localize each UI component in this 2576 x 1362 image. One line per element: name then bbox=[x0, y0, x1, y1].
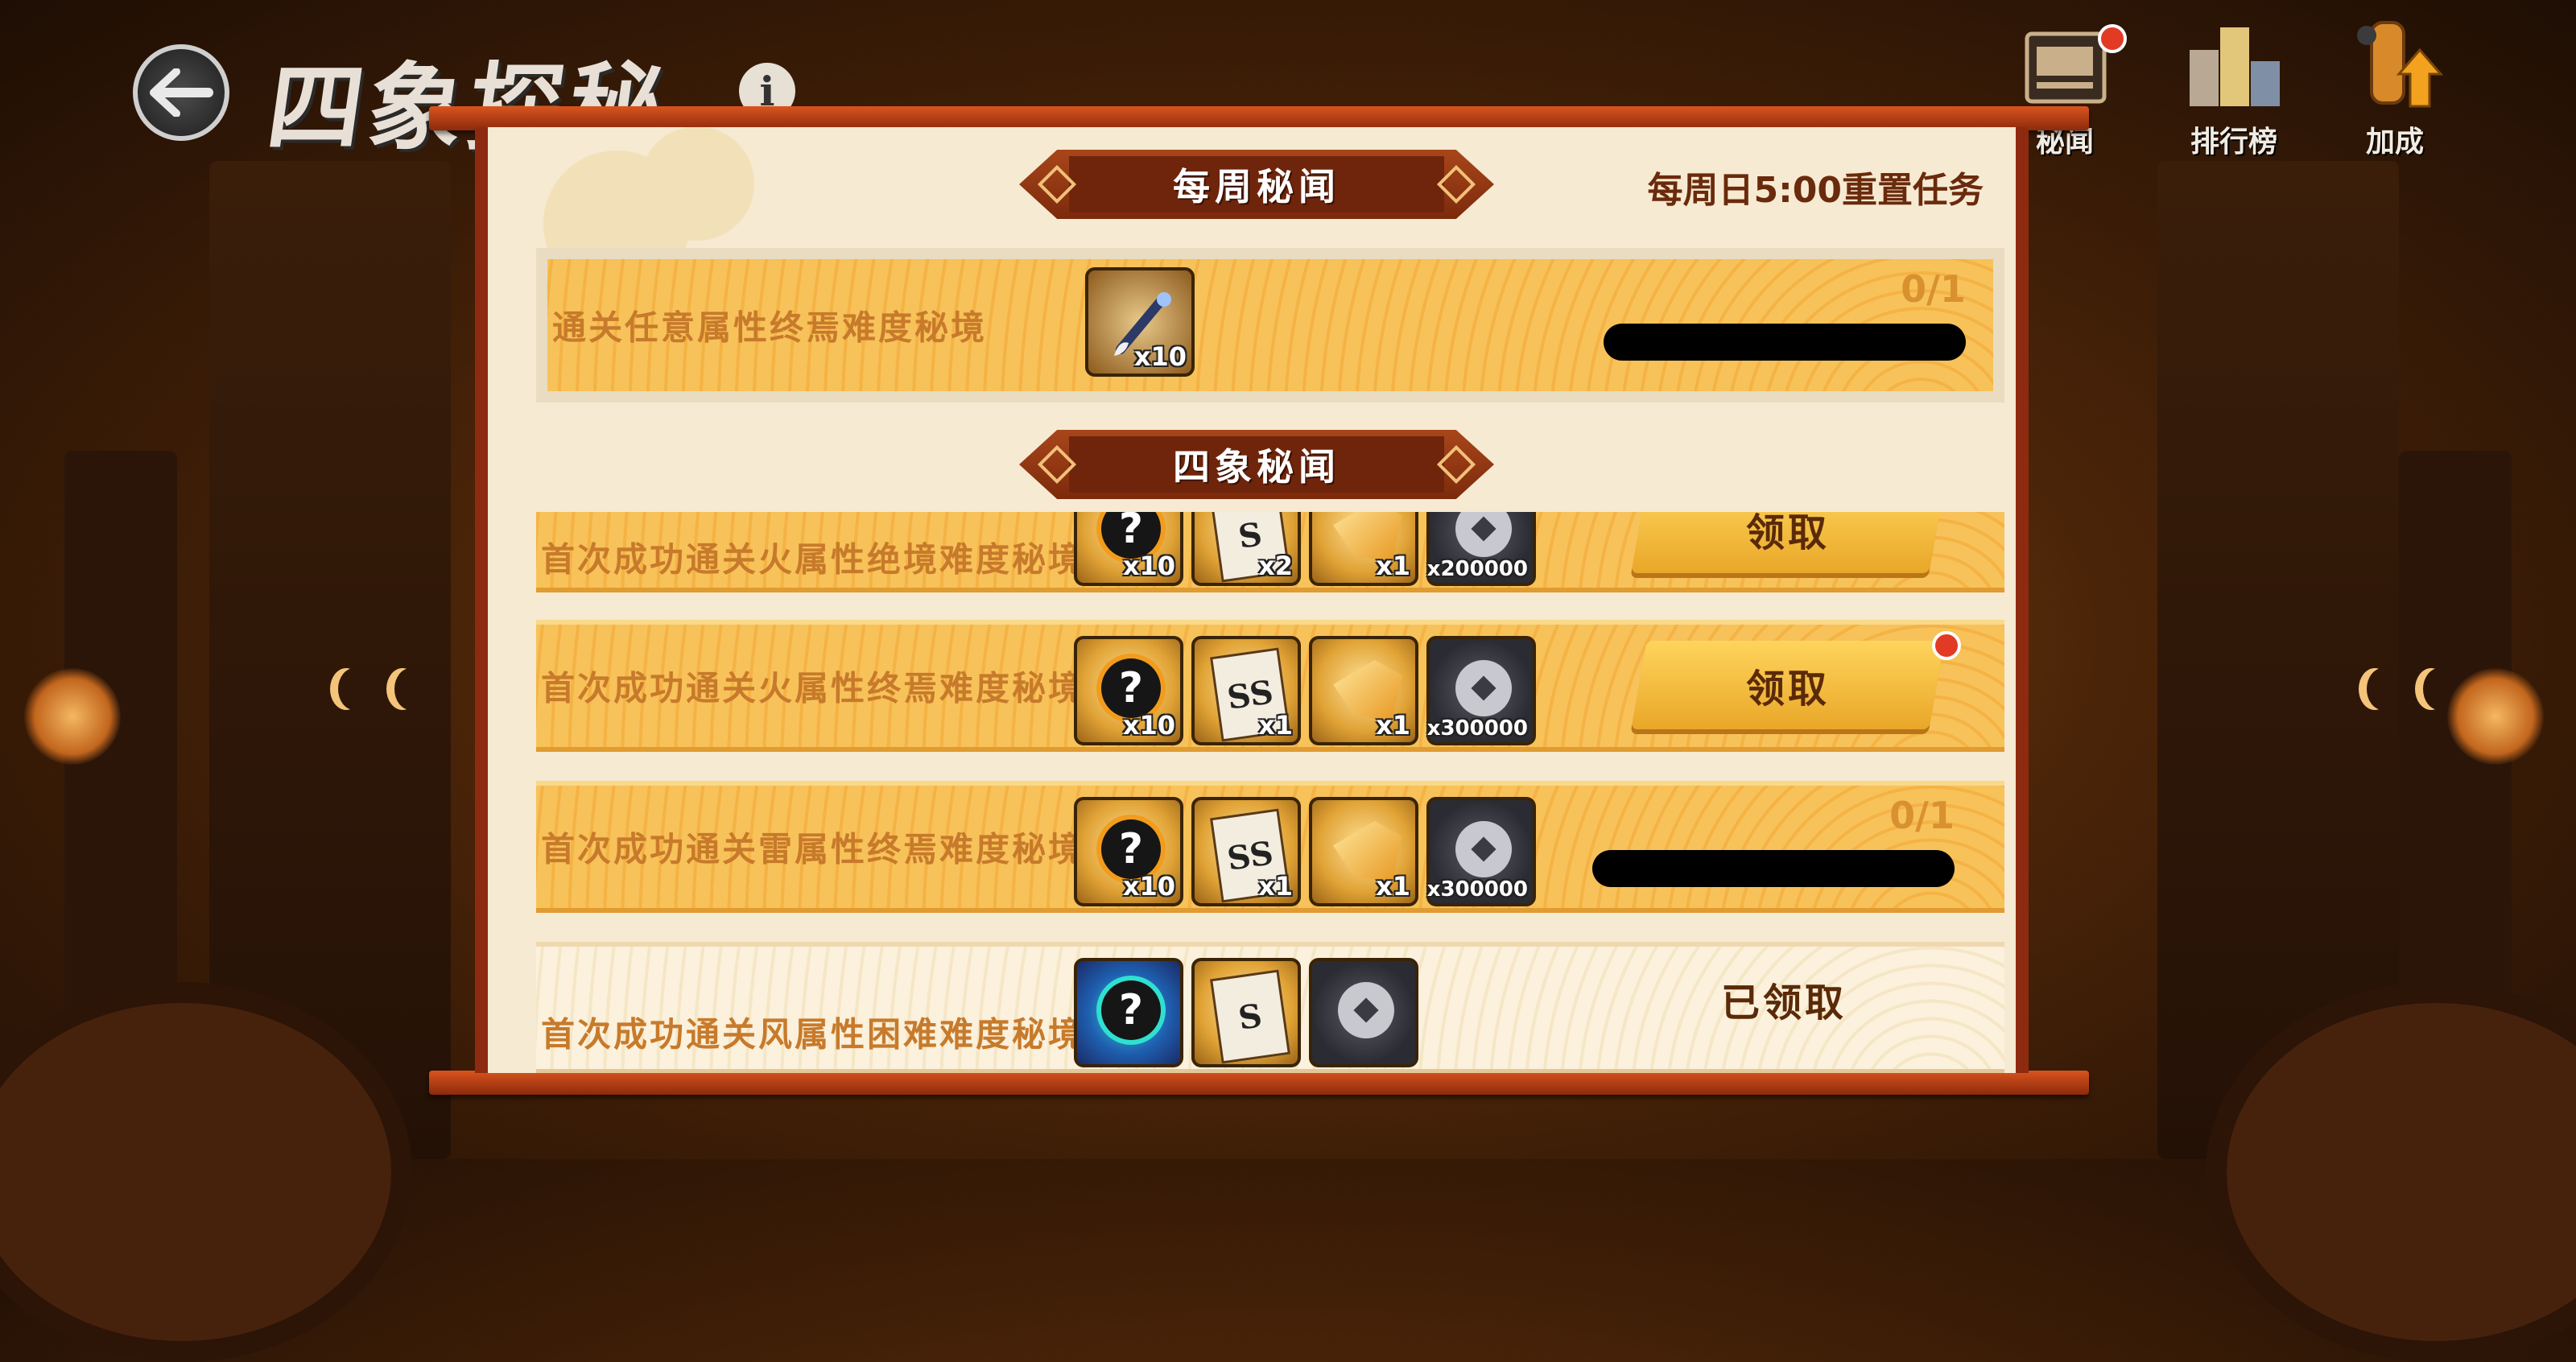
reward-item[interactable]: S x2 bbox=[1191, 512, 1301, 586]
left-lantern bbox=[24, 668, 121, 765]
crescent-icon bbox=[2423, 668, 2455, 710]
progress-bar bbox=[1592, 850, 1955, 887]
reward-qty: x300000 bbox=[1426, 877, 1528, 902]
crescent-icon bbox=[394, 668, 427, 710]
notification-badge bbox=[1932, 631, 1961, 660]
reward-item[interactable]: SS x1 bbox=[1191, 636, 1301, 745]
reward-qty: x1 bbox=[1376, 551, 1410, 581]
reward-qty: x1 bbox=[1376, 871, 1410, 902]
progress-text: 0/1 bbox=[1889, 794, 1955, 837]
mystery-orb-icon: ? bbox=[1101, 658, 1161, 718]
task-label: 首次成功通关风属性困难难度秘境 bbox=[541, 1014, 1085, 1055]
notification-badge bbox=[2098, 24, 2127, 53]
task-row: 首次成功通关雷属性终焉难度秘境 ? x10 SS x1 x1 x300000 0… bbox=[536, 781, 2004, 913]
task-label: 首次成功通关雷属性终焉难度秘境 bbox=[541, 829, 1085, 869]
ranking-label: 排行榜 bbox=[2190, 126, 2277, 159]
reward-item[interactable]: ? x10 bbox=[1074, 512, 1183, 586]
arrow-left-icon bbox=[150, 68, 213, 117]
ranking-button[interactable]: 排行榜 bbox=[2165, 18, 2302, 163]
scroll-bottom-rod bbox=[429, 1071, 2089, 1095]
reward-qty: x200000 bbox=[1426, 557, 1528, 581]
task-row: 首次成功通关火属性绝境难度秘境 ? x10 S x2 x1 x200000 领取 bbox=[536, 512, 2004, 592]
reward-item[interactable]: ? bbox=[1074, 958, 1183, 1067]
bonus-scroll-icon bbox=[2357, 21, 2444, 108]
leaderboard-icon bbox=[2190, 27, 2280, 106]
back-button[interactable] bbox=[133, 44, 229, 141]
reward-item[interactable]: x10 bbox=[1085, 267, 1195, 377]
progress-text: 0/1 bbox=[1901, 267, 1966, 311]
crescent-icon bbox=[338, 668, 370, 710]
reward-qty: x1 bbox=[1258, 710, 1293, 741]
reward-item[interactable]: x1 bbox=[1309, 512, 1418, 586]
mystery-orb-icon: ? bbox=[1101, 819, 1161, 879]
reward-qty: x10 bbox=[1122, 551, 1175, 581]
reward-qty: x300000 bbox=[1426, 716, 1528, 741]
reward-item[interactable] bbox=[1309, 958, 1418, 1067]
silver-coin-icon bbox=[1455, 660, 1512, 716]
reward-qty: x10 bbox=[1122, 710, 1175, 741]
claim-button[interactable]: 领取 bbox=[1631, 512, 1945, 573]
quest-panel: 每周秘闻 每周日5:00重置任务 通关任意属性终焉难度秘境 x10 0/1 四象… bbox=[475, 127, 2029, 1073]
weekly-task-row: 通关任意属性终焉难度秘境 x10 0/1 bbox=[536, 248, 2004, 402]
blue-mystery-orb-icon: ? bbox=[1101, 980, 1161, 1040]
silver-coin-icon bbox=[1455, 821, 1512, 877]
reward-qty: x10 bbox=[1122, 871, 1175, 902]
task-label: 通关任意属性终焉难度秘境 bbox=[552, 307, 988, 348]
four-symbols-section-title: 四象秘闻 bbox=[1173, 445, 1340, 489]
reset-notice: 每周日5:00重置任务 bbox=[1647, 170, 1984, 211]
task-row: 首次成功通关风属性困难难度秘境 ? S 已领取 bbox=[536, 942, 2004, 1073]
bonus-label: 加成 bbox=[2365, 126, 2424, 159]
claim-button-label: 领取 bbox=[1745, 667, 1830, 712]
task-progress: 0/1 bbox=[1604, 267, 1966, 365]
bonus-button[interactable]: 加成 bbox=[2326, 18, 2463, 163]
task-list[interactable]: 首次成功通关火属性绝境难度秘境 ? x10 S x2 x1 x200000 领取 bbox=[488, 512, 2016, 1073]
task-progress: 0/1 bbox=[1592, 794, 1955, 892]
reward-item[interactable]: x300000 bbox=[1426, 797, 1536, 906]
reward-item[interactable]: x1 bbox=[1309, 636, 1418, 745]
reward-item[interactable]: x1 bbox=[1309, 797, 1418, 906]
reward-qty: x1 bbox=[1258, 871, 1293, 902]
weekly-section-title: 每周秘闻 bbox=[1173, 165, 1340, 208]
reward-qty: x2 bbox=[1258, 551, 1293, 581]
reward-item[interactable]: ? x10 bbox=[1074, 797, 1183, 906]
silver-coin-icon bbox=[1455, 512, 1512, 557]
reward-item[interactable]: x200000 bbox=[1426, 512, 1536, 586]
task-label: 首次成功通关火属性终焉难度秘境 bbox=[541, 668, 1085, 708]
reward-item[interactable]: x300000 bbox=[1426, 636, 1536, 745]
reward-item[interactable]: ? x10 bbox=[1074, 636, 1183, 745]
claim-button[interactable]: 领取 bbox=[1631, 641, 1945, 729]
right-lantern bbox=[2447, 668, 2544, 765]
claimed-status: 已领取 bbox=[1720, 980, 1847, 1026]
weekly-section-banner: 每周秘闻 bbox=[1019, 150, 1494, 219]
reward-qty: x1 bbox=[1376, 710, 1410, 741]
crescent-icon bbox=[2367, 668, 2399, 710]
progress-bar bbox=[1604, 324, 1966, 361]
reward-item[interactable]: S bbox=[1191, 958, 1301, 1067]
task-row: 首次成功通关火属性终焉难度秘境 ? x10 SS x1 x1 x300000 领… bbox=[536, 620, 2004, 752]
s-scroll-icon: S bbox=[1210, 969, 1290, 1064]
silver-coin-icon bbox=[1338, 982, 1394, 1038]
claim-button-label: 领取 bbox=[1745, 512, 1830, 555]
reward-item[interactable]: SS x1 bbox=[1191, 797, 1301, 906]
reward-qty: x10 bbox=[1133, 341, 1187, 372]
four-symbols-section-banner: 四象秘闻 bbox=[1019, 430, 1494, 499]
task-label: 首次成功通关火属性绝境难度秘境 bbox=[541, 539, 1085, 580]
